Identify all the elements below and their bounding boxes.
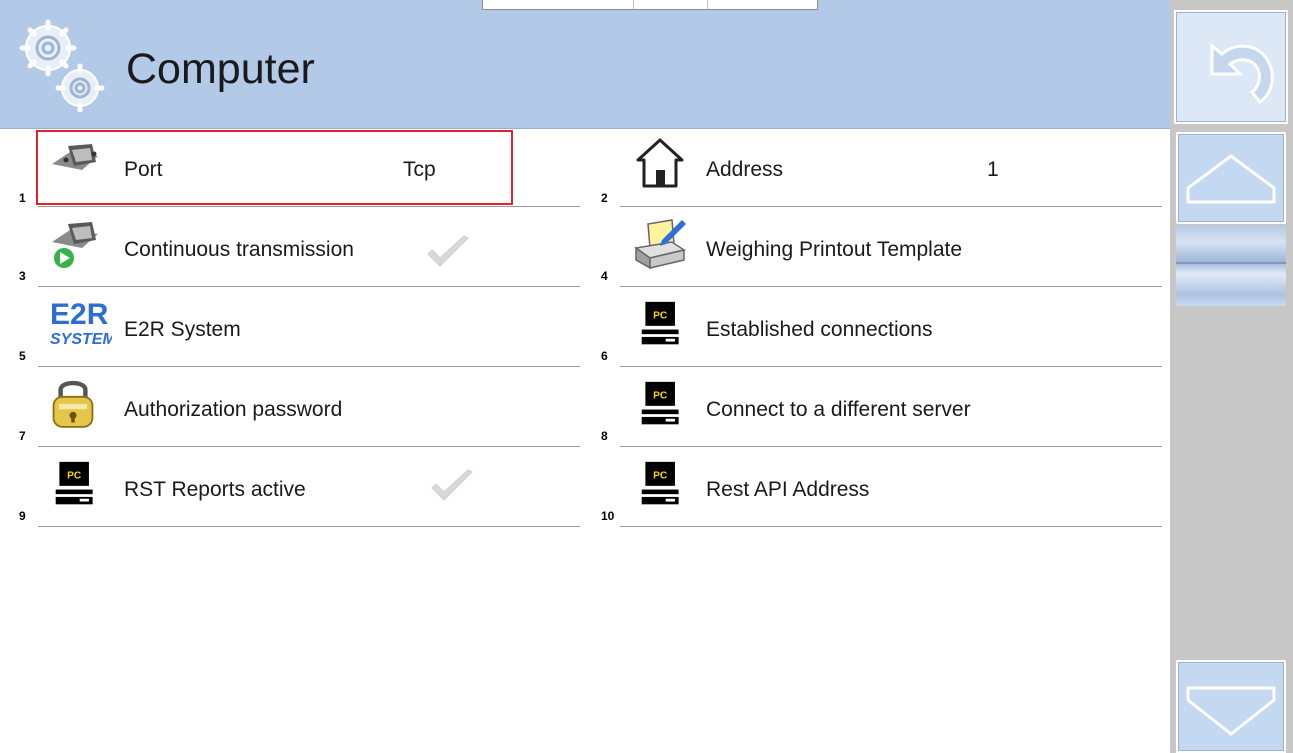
item-number: 1 [19, 191, 26, 205]
settings-gears-icon [19, 19, 105, 112]
item-number: 4 [601, 269, 608, 283]
list-item-connect-different-server[interactable]: PC Connect to a different server 8 [600, 370, 1162, 450]
arrow-down-icon [1186, 686, 1276, 736]
checkmark-icon [431, 469, 473, 501]
list-item-rst-reports-active[interactable]: PC RST Reports active 9 [18, 450, 580, 530]
divider [38, 286, 580, 287]
item-number: 8 [601, 429, 608, 443]
svg-text:SYSTEM: SYSTEM [50, 331, 112, 348]
list-item-continuous-transmission[interactable]: Continuous transmission 3 [18, 210, 580, 290]
pc-icon: PC [641, 301, 679, 345]
serial-port-play-icon [52, 222, 98, 270]
divider [38, 526, 580, 527]
svg-text:PC: PC [653, 470, 668, 481]
item-number: 7 [19, 429, 26, 443]
printer-edit-icon [634, 219, 686, 270]
checkmark-icon [427, 235, 469, 267]
divider [620, 526, 1162, 527]
home-icon [636, 138, 684, 188]
divider [38, 446, 580, 447]
divider [620, 286, 1162, 287]
arrow-up-icon [1186, 154, 1276, 204]
list-item-established-connections[interactable]: PC Established connections 6 [600, 290, 1162, 370]
list-item-e2r-system[interactable]: E2R SYSTEM E2R System 5 [18, 290, 580, 370]
scroll-down-button[interactable] [1176, 660, 1286, 753]
divider [620, 366, 1162, 367]
pc-icon: PC [55, 461, 93, 505]
item-label: Connect to a different server [706, 398, 971, 421]
item-label: Weighing Printout Template [706, 238, 963, 261]
svg-text:PC: PC [653, 390, 668, 401]
item-number: 6 [601, 349, 608, 363]
item-label: E2R System [124, 318, 241, 341]
list-item-address[interactable]: Address 1 2 [600, 130, 1162, 210]
page-title: Computer [126, 45, 315, 93]
pc-icon: PC [641, 461, 679, 505]
divider [38, 366, 580, 367]
list-item-rest-api-address[interactable]: PC Rest API Address 10 [600, 450, 1162, 530]
top-pull-tab[interactable] [482, 0, 818, 10]
item-number: 5 [19, 349, 26, 363]
scroll-up-button[interactable] [1176, 132, 1286, 224]
svg-text:E2R: E2R [50, 298, 109, 331]
item-number: 2 [601, 191, 608, 205]
padlock-icon [52, 380, 94, 428]
selection-highlight [36, 130, 513, 205]
pc-icon: PC [641, 381, 679, 425]
item-number: 10 [601, 509, 615, 523]
item-value: 1 [987, 158, 999, 181]
scrollbar-divider [1176, 262, 1286, 264]
divider [620, 206, 1162, 207]
item-label: Rest API Address [706, 478, 870, 501]
divider [620, 446, 1162, 447]
item-number: 9 [19, 509, 26, 523]
item-label: Continuous transmission [124, 238, 354, 261]
divider [38, 206, 580, 207]
undo-arrow-icon [1210, 42, 1274, 105]
e2r-logo-icon: E2R SYSTEM [50, 298, 112, 348]
item-label: RST Reports active [124, 478, 306, 501]
item-label: Address [706, 158, 784, 181]
item-label: Established connections [706, 318, 933, 341]
svg-text:PC: PC [67, 470, 82, 481]
item-label: Authorization password [124, 398, 343, 421]
list-item-weighing-printout-template[interactable]: Weighing Printout Template 4 [600, 210, 1162, 290]
back-button[interactable] [1174, 10, 1288, 124]
list-item-authorization-password[interactable]: Authorization password 7 [18, 370, 580, 450]
item-number: 3 [19, 269, 26, 283]
svg-text:PC: PC [653, 310, 668, 321]
scrollbar-thumb[interactable] [1176, 226, 1286, 306]
